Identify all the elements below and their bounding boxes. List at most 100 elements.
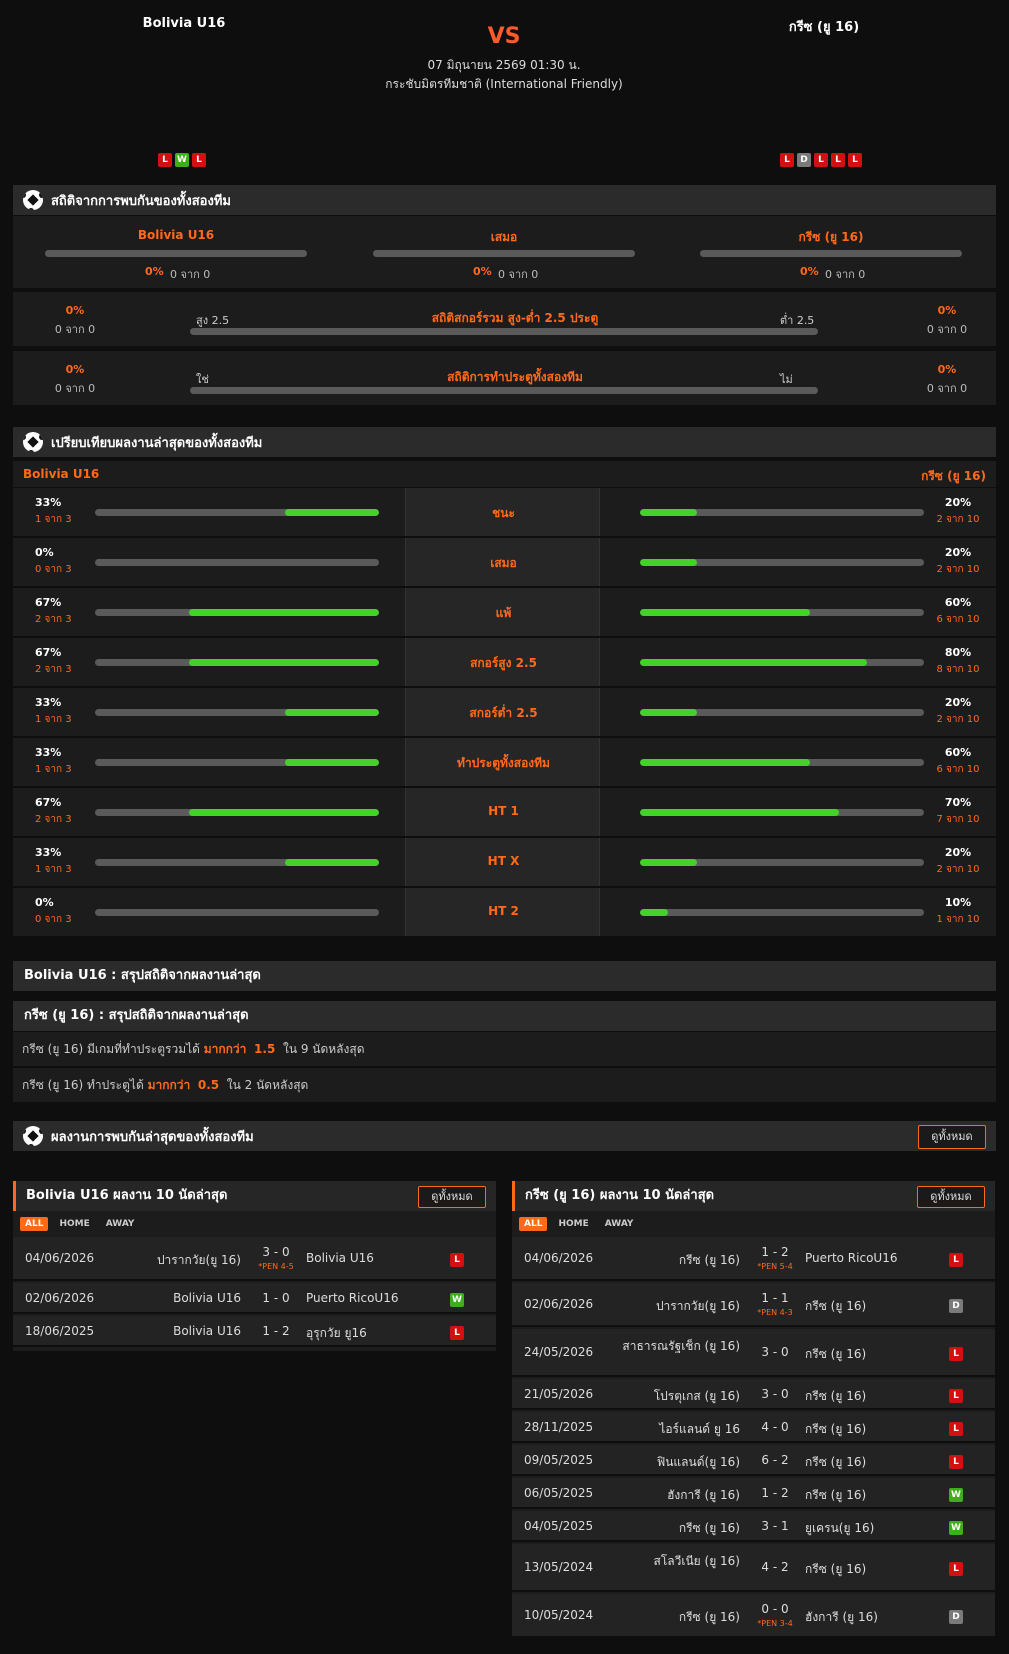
match-date: 21/05/2026 (524, 1386, 594, 1401)
tab-all[interactable]: ALL (519, 1217, 548, 1231)
match-home-team[interactable]: โปรตุเกส (ยู 16) (620, 1387, 740, 1406)
tab-away[interactable]: AWAY (600, 1217, 639, 1231)
compare-home-cell: 33% 1 จาก 3 (13, 488, 405, 536)
match-home-team[interactable]: ไอร์แลนด์ ยู 16 (620, 1420, 740, 1439)
compare-away-bar-fill (640, 559, 697, 566)
compare-away-pct: 60% (944, 746, 972, 759)
match-home-team[interactable]: ฟินแลนด์(ยู 16) (620, 1453, 740, 1472)
home-team-name[interactable]: Bolivia U16 (100, 16, 268, 31)
match-result-badge: L (949, 1253, 963, 1267)
compare-away-sub: 6 จาก 10 (936, 764, 980, 775)
match-home-team[interactable]: ฮังการี (ยู 16) (620, 1486, 740, 1505)
match-away-team[interactable]: ฮังการี (ยู 16) (805, 1608, 935, 1627)
compare-row: 67% 2 จาก 3 แพ้ 60% 6 จาก 10 (13, 588, 996, 636)
match-home-team[interactable]: Bolivia U16 (121, 1291, 241, 1305)
tab-home[interactable]: HOME (553, 1217, 593, 1231)
match-row[interactable]: 21/05/2026 โปรตุเกส (ยู 16) 3 - 0 กรีซ (ยู … (512, 1379, 995, 1410)
summary-line-1: กรีซ (ยู 16) มีเกมที่ทำประตูรวมได้ มากกว… (13, 1032, 996, 1066)
compare-away-bar (640, 809, 924, 816)
h2h-draw-title: เสมอ (490, 230, 518, 244)
match-home-team[interactable]: กรีซ (ยู 16) (620, 1608, 740, 1627)
match-away-team[interactable]: กรีซ (ยู 16) (805, 1486, 935, 1505)
compare-home-bar (95, 659, 379, 666)
match-away-team[interactable]: กรีซ (ยู 16) (805, 1345, 935, 1364)
match-header: Bolivia U16 VS กรีซ (ยู 16) 07 มิถุนายน … (0, 0, 1009, 180)
match-score: 3 - 0 (761, 1386, 789, 1401)
h2h-home-bar (45, 250, 307, 257)
compare-home-cell: 67% 2 จาก 3 (13, 638, 405, 686)
match-home-team[interactable]: ปารากวัย(ยู 16) (620, 1297, 740, 1316)
h2h-away-bar (700, 250, 962, 257)
summary-line-2-qualifier: มากกว่า (147, 1078, 191, 1092)
tab-away[interactable]: AWAY (101, 1217, 140, 1231)
compare-row: 33% 1 จาก 3 HT X 20% 2 จาก 10 (13, 838, 996, 886)
summary-line-1-qualifier: มากกว่า (203, 1042, 247, 1056)
match-row[interactable]: 04/06/2026 ปารากวัย(ยู 16) 3 - 0 Bolivia U1… (13, 1237, 496, 1281)
compare-home-pct: 0% (35, 896, 54, 909)
compare-away-bar (640, 709, 924, 716)
compare-team-row: Bolivia U16 กรีซ (ยู 16) (13, 461, 996, 487)
over-under-panel: 0% 0 จาก 0 สูง 2.5 สถิติสกอร์รวม สูง-ต่ำ… (13, 292, 996, 346)
compare-away-sub: 2 จาก 10 (936, 564, 980, 575)
match-result-badge: D (949, 1299, 963, 1313)
match-row[interactable]: 06/05/2025 ฮังการี (ยู 16) 1 - 2 กรีซ (ยู 1… (512, 1478, 995, 1509)
match-date: 24/05/2026 (524, 1345, 594, 1359)
ou-title: สถิติสกอร์รวม สูง-ต่ำ 2.5 ประตู (431, 311, 599, 325)
h2h-draw-col: เสมอ 0% 0 จาก 0 (373, 216, 635, 286)
compare-away-sub: 8 จาก 10 (936, 664, 980, 675)
view-all-home-button[interactable]: ดูทั้งหมด (418, 1186, 486, 1208)
compare-away-pct: 20% (944, 546, 972, 559)
btts-right-pct: 0% (937, 363, 957, 376)
match-row[interactable]: 24/05/2026 สาธารณรัฐเช็ก (ยู 16) 3 - 0 กรีซ… (512, 1329, 995, 1377)
match-row[interactable]: 02/06/2026 Bolivia U16 1 - 0 Puerto RicoU16… (13, 1283, 496, 1314)
tab-home[interactable]: HOME (54, 1217, 94, 1231)
match-home-team[interactable]: กรีซ (ยู 16) (620, 1251, 740, 1270)
match-row[interactable]: 04/06/2026 กรีซ (ยู 16) 1 - 2 Puerto RicoU1… (512, 1237, 995, 1281)
compare-row: 67% 2 จาก 3 สกอร์สูง 2.5 80% 8 จาก 10 (13, 638, 996, 686)
match-away-team[interactable]: อุรุกวัย ยู16 (306, 1324, 436, 1343)
compare-label-cell: HT 1 (405, 788, 600, 836)
compare-away-cell: 70% 7 จาก 10 (600, 788, 996, 836)
match-row[interactable]: 18/06/2025 Bolivia U16 1 - 2 อุรุกวัย ยู16 L (13, 1316, 496, 1347)
match-home-team[interactable]: กรีซ (ยู 16) (620, 1519, 740, 1538)
match-away-team[interactable]: กรีซ (ยู 16) (805, 1453, 935, 1472)
match-row[interactable]: 09/05/2025 ฟินแลนด์(ยู 16) 6 - 2 กรีซ (ยู 1… (512, 1445, 995, 1476)
match-away-team[interactable]: Puerto RicoU16 (306, 1291, 436, 1305)
match-row[interactable]: 02/06/2026 ปารากวัย(ยู 16) 1 - 1 กรีซ (ยู 1… (512, 1283, 995, 1327)
compare-home-sub: 2 จาก 3 (35, 814, 72, 825)
match-away-team[interactable]: กรีซ (ยู 16) (805, 1420, 935, 1439)
match-row[interactable]: 13/05/2024 สโลวีเนีย (ยู 16) 4 - 2 กรีซ (ยู… (512, 1544, 995, 1592)
match-home-team[interactable]: Bolivia U16 (121, 1324, 241, 1338)
match-row[interactable]: 04/05/2025 กรีซ (ยู 16) 3 - 1 ยูเครน(ยู 16)… (512, 1511, 995, 1542)
match-away-team[interactable]: กรีซ (ยู 16) (805, 1560, 935, 1579)
compare-label-cell: เสมอ (405, 538, 600, 586)
compare-row: 33% 1 จาก 3 ชนะ 20% 2 จาก 10 (13, 488, 996, 536)
match-away-team[interactable]: ยูเครน(ยู 16) (805, 1519, 935, 1538)
compare-home-pct: 0% (35, 546, 54, 559)
h2h-home-title: Bolivia U16 (137, 228, 215, 242)
view-all-h2h-button[interactable]: ดูทั้งหมด (918, 1125, 986, 1149)
match-score: 3 - 0 (262, 1245, 290, 1259)
compare-label: แพ้ (495, 606, 512, 620)
compare-away-bar (640, 859, 924, 866)
match-home-team[interactable]: สาธารณรัฐเช็ก (ยู 16) (620, 1337, 740, 1356)
match-away-team[interactable]: กรีซ (ยู 16) (805, 1297, 935, 1316)
match-row[interactable]: 28/11/2025 ไอร์แลนด์ ยู 16 4 - 0 กรีซ (ยู 1… (512, 1412, 995, 1443)
match-row[interactable]: 10/05/2024 กรีซ (ยู 16) 0 - 0 ฮังการี (ยู 1… (512, 1594, 995, 1638)
compare-home-cell: 33% 1 จาก 3 (13, 738, 405, 786)
compare-home-bar (95, 509, 379, 516)
match-away-team[interactable]: Bolivia U16 (306, 1251, 436, 1265)
tab-all[interactable]: ALL (20, 1217, 49, 1231)
match-home-team[interactable]: ปารากวัย(ยู 16) (121, 1251, 241, 1270)
away-team-name[interactable]: กรีซ (ยู 16) (740, 16, 908, 37)
match-away-team[interactable]: Puerto RicoU16 (805, 1251, 935, 1265)
view-all-away-button[interactable]: ดูทั้งหมด (917, 1186, 985, 1208)
match-away-team[interactable]: กรีซ (ยู 16) (805, 1387, 935, 1406)
compare-home-sub: 1 จาก 3 (35, 714, 72, 725)
vs-label: VS (487, 24, 521, 49)
match-home-team[interactable]: สโลวีเนีย (ยู 16) (620, 1552, 741, 1571)
compare-label-cell: HT 2 (405, 888, 600, 936)
compare-row: 0% 0 จาก 3 HT 2 10% 1 จาก 10 (13, 888, 996, 936)
match-score: 1 - 2 (761, 1245, 789, 1259)
form-result-badge: L (192, 153, 206, 167)
